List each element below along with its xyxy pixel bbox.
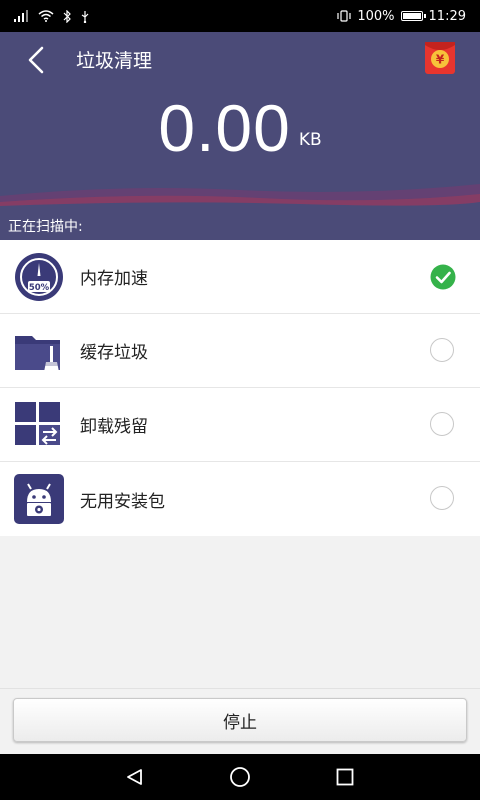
nav-recents-icon [336,768,354,786]
nav-back-icon [126,769,142,785]
item-label: 内存加速 [80,269,148,289]
screen: 100% 11:29 垃圾清理 ¥ 0.00 KB 正在扫描中: 50% 内存加… [0,0,480,800]
wifi-icon [38,10,54,22]
item-label: 缓存垃圾 [80,343,148,363]
junk-size-display: 0.00 KB [0,90,480,166]
battery-icon [400,11,426,21]
page-title: 垃圾清理 [76,50,153,72]
memory-percent-text: 50% [29,283,50,293]
back-button[interactable] [18,42,54,78]
junk-size-unit: KB [298,130,322,150]
red-packet-button[interactable]: ¥ [424,41,456,75]
clock: 11:29 [428,8,466,24]
scan-list: 50% 内存加速 缓存垃圾 卸载残留 无用安装包 [0,240,480,536]
junk-size-number: 0.00 [158,91,291,165]
bluetooth-icon [63,9,71,23]
bottom-action-area: 停止 [0,688,480,754]
status-right: 100% 11:29 [337,9,466,24]
header: 垃圾清理 ¥ 0.00 KB [0,32,480,214]
useless-apk-icon [12,472,66,526]
radio-pending-icon [430,411,456,438]
radio-pending-icon [430,486,456,512]
vibrate-icon [337,10,351,22]
nav-back-button[interactable] [120,762,150,792]
item-label: 卸载残留 [80,417,148,437]
nav-home-button[interactable] [225,762,255,792]
check-done-icon [430,264,456,290]
back-arrow-icon [28,46,44,74]
cache-trash-icon [12,324,66,378]
radio-pending-icon [430,337,456,364]
usb-icon [81,10,89,23]
scan-status-bar: 正在扫描中: [0,214,480,240]
status-left [14,9,90,23]
svg-text:¥: ¥ [436,53,445,67]
battery-percent: 100% [357,8,395,24]
nav-home-icon [230,767,250,787]
list-item-useless-apk[interactable]: 无用安装包 [0,462,480,536]
status-bar: 100% 11:29 [0,0,480,32]
uninstall-residue-icon [12,398,66,452]
stop-button[interactable]: 停止 [13,698,467,742]
memory-speedup-icon: 50% [12,250,66,304]
nav-recents-button[interactable] [330,762,360,792]
header-wave-decoration [0,184,480,214]
list-item-cache-junk[interactable]: 缓存垃圾 [0,314,480,388]
list-item-memory-speedup[interactable]: 50% 内存加速 [0,240,480,314]
list-item-uninstall-residue[interactable]: 卸载残留 [0,388,480,462]
navigation-bar [0,754,480,800]
signal-icon [14,10,28,22]
red-packet-icon: ¥ [425,42,455,74]
item-label: 无用安装包 [80,491,165,512]
